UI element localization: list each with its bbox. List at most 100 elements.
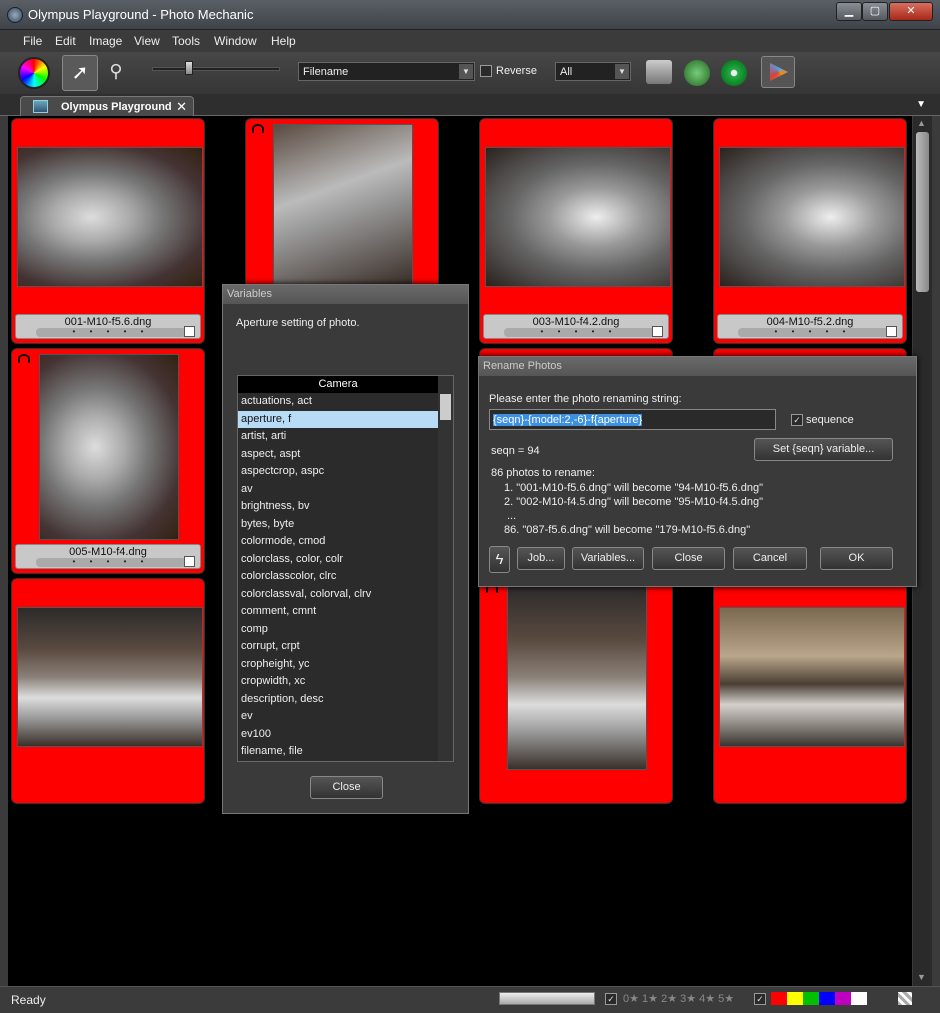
thumbnail-image[interactable]: [39, 354, 179, 540]
variables-close-button[interactable]: Close: [310, 776, 383, 799]
variables-button[interactable]: Variables...: [572, 547, 644, 570]
title-bar: Olympus Playground - Photo Mechanic ▁ ▢ …: [0, 0, 940, 30]
sort-field-select[interactable]: Filename ▼: [298, 62, 475, 81]
menu-help[interactable]: Help: [271, 34, 296, 48]
scroll-down-icon[interactable]: ▼: [917, 972, 926, 982]
app-logo-icon: [7, 7, 23, 23]
color-filter-checkbox[interactable]: ✓: [754, 993, 766, 1005]
thumbnail-size-slider[interactable]: [152, 67, 280, 71]
rename-example: 2. "002-M10-f4.5.dng" will become "95-M1…: [504, 496, 763, 508]
rename-string-input[interactable]: {seqn}-{model:2,-6}-f{aperture}: [489, 409, 776, 430]
color-class-swatch[interactable]: [787, 992, 803, 1005]
tab-menu-chevron-icon[interactable]: ▼: [916, 99, 926, 110]
thumbnail-cell[interactable]: [11, 578, 205, 804]
menu-image[interactable]: Image: [89, 34, 122, 48]
menu-tools[interactable]: Tools: [172, 34, 200, 48]
thumbnail-image[interactable]: [719, 147, 905, 287]
variable-item[interactable]: description, desc: [238, 691, 438, 709]
variable-item[interactable]: filename, file: [238, 743, 438, 761]
set-seqn-button[interactable]: Set {seqn} variable...: [754, 438, 893, 461]
variable-item[interactable]: corrupt, crpt: [238, 638, 438, 656]
slider-knob[interactable]: [185, 61, 193, 75]
lightning-icon[interactable]: ϟ: [489, 546, 510, 573]
ok-button[interactable]: OK: [820, 547, 893, 570]
thumbnail-cell[interactable]: 005-M10-f4.dng • • • • •: [11, 348, 205, 574]
variable-item[interactable]: colorclasscolor, clrc: [238, 568, 438, 586]
color-class-swatch[interactable]: [819, 992, 835, 1005]
zoom-tool-icon[interactable]: ⚲: [104, 61, 128, 85]
list-scrollbar[interactable]: [438, 376, 453, 761]
thumbnail-cell[interactable]: [713, 578, 907, 804]
arrow-tool-icon[interactable]: ➚: [62, 55, 98, 91]
variable-item[interactable]: colorclassval, colorval, clrv: [238, 586, 438, 604]
star-rating[interactable]: • • • • •: [504, 328, 654, 337]
rating-filter-checkbox[interactable]: ✓: [605, 993, 617, 1005]
thumbnail-cell[interactable]: [479, 578, 673, 804]
variables-list[interactable]: Camera actuations, act aperture, f artist,…: [237, 375, 454, 762]
list-scrollbar-thumb[interactable]: [440, 394, 451, 420]
color-class-swatch[interactable]: [803, 992, 819, 1005]
tag-checkbox[interactable]: [184, 556, 195, 567]
thumbnail-image[interactable]: [485, 147, 671, 287]
variable-item[interactable]: aspectcrop, aspc: [238, 463, 438, 481]
print-icon[interactable]: [646, 60, 672, 84]
variable-item[interactable]: actuations, act: [238, 393, 438, 411]
star-rating[interactable]: • • • • •: [36, 328, 186, 337]
thumbnail-cell[interactable]: 004-M10-f5.2.dng • • • • •: [713, 118, 907, 344]
variable-item[interactable]: bytes, byte: [238, 516, 438, 534]
tab-olympus-playground[interactable]: Olympus Playground ✕: [20, 96, 194, 117]
cancel-button[interactable]: Cancel: [733, 547, 807, 570]
thumbnail-cell[interactable]: 001-M10-f5.6.dng • • • • •: [11, 118, 205, 344]
color-class-swatch[interactable]: [898, 992, 912, 1005]
variable-item[interactable]: comp: [238, 621, 438, 639]
variable-item[interactable]: aperture, f: [238, 410, 438, 428]
tag-checkbox[interactable]: [886, 326, 897, 337]
variable-item[interactable]: brightness, bv: [238, 498, 438, 516]
tag-checkbox[interactable]: [184, 326, 195, 337]
upload-icon[interactable]: [684, 60, 710, 86]
variable-item[interactable]: aspect, aspt: [238, 446, 438, 464]
menu-view[interactable]: View: [134, 34, 160, 48]
thumbnail-image[interactable]: [719, 607, 905, 747]
menu-window[interactable]: Window: [214, 34, 257, 48]
sequence-checkbox[interactable]: ✓: [791, 414, 803, 426]
tab-close-icon[interactable]: ✕: [176, 99, 187, 115]
burn-disc-icon[interactable]: [721, 60, 747, 86]
rename-string-value: {seqn}-{model:2,-6}-f{aperture}: [493, 414, 643, 426]
thumbnail-image[interactable]: [507, 584, 647, 770]
thumbnail-cell[interactable]: 003-M10-f4.2.dng • • • • •: [479, 118, 673, 344]
thumbnail-image[interactable]: [17, 147, 203, 287]
star-rating-filter[interactable]: 0★ 1★ 2★ 3★ 4★ 5★: [623, 992, 734, 1005]
maximize-button[interactable]: ▢: [862, 2, 888, 21]
color-class-swatch[interactable]: [835, 992, 851, 1005]
variable-item[interactable]: ev100: [238, 726, 438, 744]
rename-close-button[interactable]: Close: [652, 547, 725, 570]
tag-checkbox[interactable]: [652, 326, 663, 337]
job-button[interactable]: Job...: [517, 547, 565, 570]
color-class-swatch[interactable]: [851, 992, 867, 1005]
variable-item[interactable]: colorclass, color, colr: [238, 551, 438, 569]
variable-item[interactable]: cropwidth, xc: [238, 673, 438, 691]
scroll-up-icon[interactable]: ▲: [917, 118, 926, 128]
thumbnail-image[interactable]: [17, 607, 203, 747]
variable-item[interactable]: ev: [238, 708, 438, 726]
close-window-button[interactable]: ✕: [889, 2, 933, 21]
filter-select[interactable]: All ▼: [555, 62, 631, 81]
variable-item[interactable]: colormode, cmod: [238, 533, 438, 551]
variable-item[interactable]: cropheight, yc: [238, 656, 438, 674]
menu-edit[interactable]: Edit: [55, 34, 76, 48]
color-wheel-icon[interactable]: [18, 57, 50, 89]
variable-item[interactable]: av: [238, 481, 438, 499]
minimize-button[interactable]: ▁: [836, 2, 862, 21]
color-class-swatch[interactable]: [771, 992, 787, 1005]
variable-item[interactable]: artist, arti: [238, 428, 438, 446]
menu-file[interactable]: File: [23, 34, 42, 48]
thumbnail-image[interactable]: [273, 124, 413, 286]
star-rating[interactable]: • • • • •: [36, 558, 186, 567]
variable-item[interactable]: comment, cmnt: [238, 603, 438, 621]
star-rating[interactable]: • • • • •: [738, 328, 888, 337]
bridge-icon[interactable]: [761, 56, 795, 88]
reverse-checkbox[interactable]: [480, 65, 492, 77]
rename-examples: 1. "001-M10-f5.6.dng" will become "94-M1…: [504, 481, 763, 537]
scrollbar-thumb[interactable]: [916, 132, 929, 292]
